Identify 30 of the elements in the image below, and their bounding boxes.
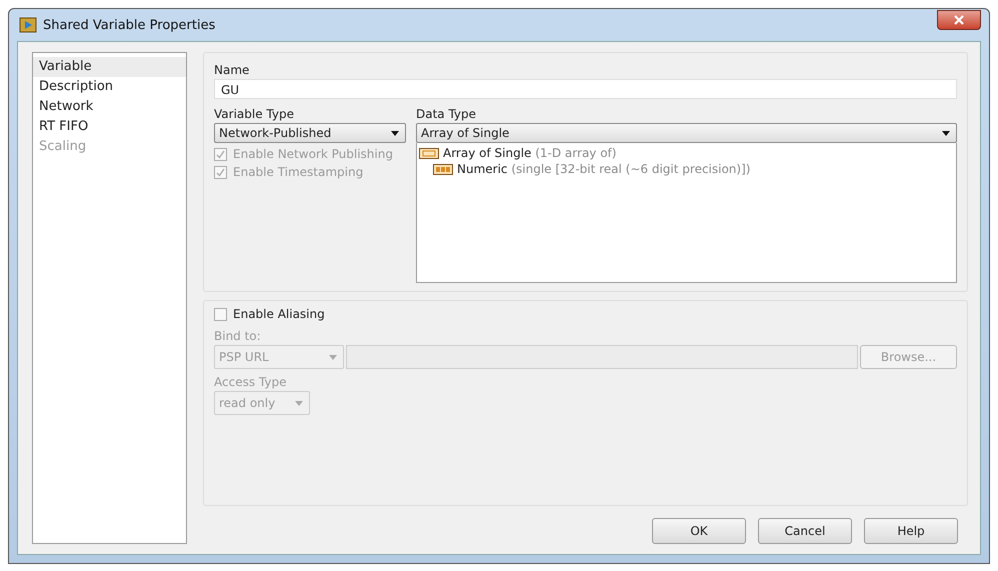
caret-icon (391, 130, 399, 136)
field-label: Variable Type (214, 107, 295, 121)
checkbox-label: Enable Network Publishing (233, 147, 393, 161)
caret-icon (295, 400, 303, 406)
dialog-button[interactable]: Cancel (758, 518, 852, 544)
dialog-button[interactable]: Help (864, 518, 958, 544)
name-field[interactable]: GU (214, 79, 957, 99)
close-button[interactable] (937, 10, 981, 30)
field-label: Name (214, 63, 250, 77)
field-label: Bind to: (214, 329, 262, 343)
type-entry[interactable]: Array of Single (1-D array of) (443, 146, 616, 160)
caret-icon (942, 130, 950, 136)
category-item[interactable]: Network (33, 97, 186, 117)
category-item[interactable]: Variable (33, 57, 186, 77)
field-label: Data Type (416, 107, 478, 121)
type-entry[interactable]: Numeric (single [32-bit real (~6 digit precision)]) (457, 162, 750, 176)
variable-type-dropdown[interactable]: Network-Published (214, 123, 406, 143)
checkbox-label: Enable Timestamping (233, 165, 364, 179)
checkbox-label: Enable Aliasing (233, 307, 325, 321)
caret-icon (329, 354, 337, 360)
array-type-icon (419, 148, 439, 158)
data-type-dropdown[interactable]: Array of Single (416, 123, 957, 143)
category-item[interactable]: Description (33, 77, 186, 97)
field-label: Access Type (214, 375, 288, 389)
app-icon (19, 17, 37, 33)
window-title: Shared Variable Properties (43, 18, 216, 32)
dialog-button[interactable]: OK (652, 518, 746, 544)
numeric-type-icon (433, 164, 453, 174)
category-item[interactable]: RT FIFO (33, 117, 186, 137)
close-icon (953, 15, 965, 25)
